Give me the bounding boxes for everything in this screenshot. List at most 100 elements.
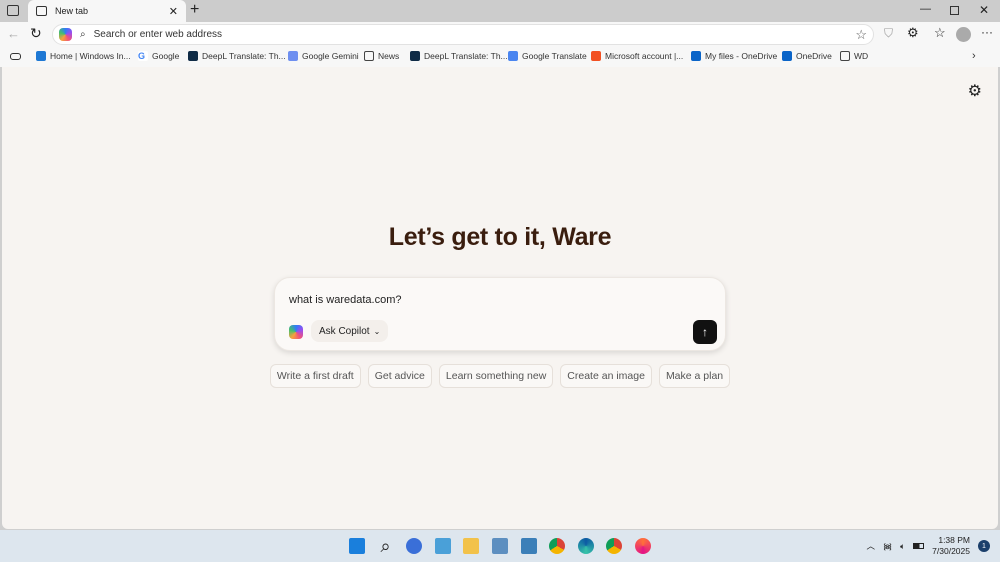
bookmark-label: Microsoft account |... (605, 51, 684, 61)
clock[interactable]: 1:38 PM 7/30/2025 (932, 535, 970, 557)
photos-icon (434, 538, 451, 554)
mode-dropdown[interactable]: Ask Copilot ⌄ (311, 320, 389, 342)
suggestion-chips: Write a first draft Get advice Learn somet… (2, 364, 998, 388)
profile-avatar[interactable] (956, 27, 971, 42)
deepl-icon (188, 51, 198, 61)
folder-icon (840, 51, 850, 61)
address-input[interactable]: Search or enter web address (94, 29, 222, 40)
bookmark-label: DeepL Translate: Th... (202, 51, 286, 61)
bookmark-label: Google Translate (522, 51, 587, 61)
bookmark-item[interactable]: DeepL Translate: Th... (188, 51, 286, 61)
taskbar-edge-icon[interactable] (575, 535, 597, 557)
bookmark-item[interactable]: Home | Windows In... (36, 51, 131, 61)
notification-badge[interactable]: 1 (978, 540, 990, 552)
minimize-button[interactable]: — (920, 3, 931, 15)
notes-icon (520, 538, 537, 554)
taskbar-notepad-icon[interactable] (489, 535, 511, 557)
send-button[interactable]: ↑ (693, 320, 717, 344)
restore-button[interactable] (950, 6, 959, 15)
bookmark-item[interactable]: DeepL Translate: Th... (410, 51, 508, 61)
google-translate-icon (508, 51, 518, 61)
bookmark-label: Google (152, 51, 180, 61)
onedrive-icon (782, 51, 792, 61)
taskbar-search-icon[interactable]: ⌕ (375, 535, 397, 557)
taskbar: ⌕ ︿ ᯼ 🔈︎ 1:38 PM 7/30/2025 1 (0, 530, 1000, 562)
prompt-input[interactable]: what is waredata.com? (289, 294, 402, 306)
tab-actions-icon[interactable] (7, 5, 19, 16)
bookmark-item[interactable]: Microsoft account |... (591, 51, 683, 61)
search-icon: ⌕ (380, 535, 391, 556)
taskbar-chrome-icon[interactable] (546, 535, 568, 557)
wifi-icon[interactable]: ᯼ (883, 541, 892, 552)
windows-icon (36, 51, 46, 61)
taskbar-file-explorer-icon[interactable] (460, 535, 482, 557)
tab-title: New tab (55, 6, 89, 16)
notepad-icon (491, 538, 508, 554)
close-window-button[interactable]: ✕ (979, 3, 989, 17)
new-tab-icon (36, 6, 47, 16)
favorite-star-icon[interactable]: ☆ (855, 27, 867, 43)
suggestion-chip[interactable]: Create an image (560, 364, 652, 388)
settings-gear-icon[interactable]: ⚙ (968, 81, 982, 101)
bookmarks-bar: Home | Windows In... G Google DeepL Transla… (0, 47, 1000, 67)
back-button[interactable]: ← (7, 26, 20, 41)
bookmark-label: Home | Windows In... (50, 51, 131, 61)
search-icon: ⌕ (80, 29, 86, 40)
bookmark-item[interactable]: G Google (138, 51, 179, 61)
bookmark-label: My files - OneDrive (705, 51, 778, 61)
shield-icon[interactable]: ⛉ (884, 26, 893, 41)
extensions-icon[interactable]: ⚙ (907, 25, 919, 41)
suggestion-chip[interactable]: Get advice (367, 364, 432, 388)
taskbar-photos-icon[interactable] (432, 535, 454, 557)
taskbar-notes-icon[interactable] (518, 535, 540, 557)
taskbar-firefox-icon[interactable] (632, 535, 654, 557)
bookmark-label: OneDrive (796, 51, 832, 61)
copilot-icon[interactable] (59, 28, 72, 41)
volume-icon[interactable]: 🔈︎ (900, 541, 905, 552)
copilot-icon (406, 538, 423, 554)
bookmark-label: DeepL Translate: Th... (424, 51, 508, 61)
more-menu-icon[interactable]: ··· (981, 25, 993, 39)
copilot-logo-icon (289, 325, 303, 339)
suggestion-chip[interactable]: Write a first draft (269, 364, 361, 388)
collections-icon[interactable] (10, 53, 21, 60)
bookmark-item[interactable]: Google Gemini (288, 51, 359, 61)
deepl-icon (410, 51, 420, 61)
bookmark-item[interactable]: OneDrive (782, 51, 832, 61)
taskbar-start-icon[interactable] (346, 535, 368, 557)
start-icon (349, 538, 365, 554)
new-tab-button[interactable]: + (190, 1, 199, 19)
title-bar: New tab ✕ + — ✕ (0, 0, 1000, 22)
chrome-icon (606, 538, 623, 554)
favorites-icon[interactable]: ☆ (934, 25, 946, 41)
suggestion-chip[interactable]: Learn something new (438, 364, 554, 388)
tab-new-tab[interactable]: New tab ✕ (28, 0, 186, 22)
bookmark-item[interactable]: My files - OneDrive (691, 51, 777, 61)
microsoft-icon (591, 51, 601, 61)
new-tab-page: ⚙ Let’s get to it, Ware what is waredata… (2, 67, 998, 529)
address-bar[interactable]: ⌕ Search or enter web address ☆ (52, 24, 874, 45)
page-title: Let’s get to it, Ware (388, 223, 612, 251)
arrow-up-icon: ↑ (702, 325, 708, 339)
taskbar-copilot-icon[interactable] (403, 535, 425, 557)
mode-label: Ask Copilot (319, 325, 370, 337)
suggestion-chip[interactable]: Make a plan (658, 364, 731, 388)
taskbar-chrome-icon[interactable] (603, 535, 625, 557)
file-explorer-icon (463, 538, 480, 554)
refresh-button[interactable]: ↻ (30, 25, 42, 42)
copilot-composer: what is waredata.com? Ask Copilot ⌄ ↑ (274, 277, 726, 351)
toolbar: ← ↻ ⌕ Search or enter web address ☆ ⛉ ⚙ … (0, 22, 1000, 47)
show-hidden-icons-chevron[interactable]: ︿ (866, 540, 875, 552)
edge-icon (577, 538, 594, 554)
bookmark-label: Google Gemini (302, 51, 359, 61)
bookmark-item[interactable]: Google Translate (508, 51, 587, 61)
bookmark-label: WD (854, 51, 869, 61)
close-tab-icon[interactable]: ✕ (169, 5, 178, 18)
onedrive-icon (691, 51, 701, 61)
battery-icon[interactable] (913, 543, 925, 549)
firefox-icon (634, 538, 651, 554)
bookmark-item[interactable]: WD (840, 51, 868, 61)
more-bookmarks-chevron-icon[interactable]: › (972, 50, 976, 62)
bookmark-item[interactable]: News (364, 51, 399, 61)
chrome-icon (549, 538, 566, 554)
